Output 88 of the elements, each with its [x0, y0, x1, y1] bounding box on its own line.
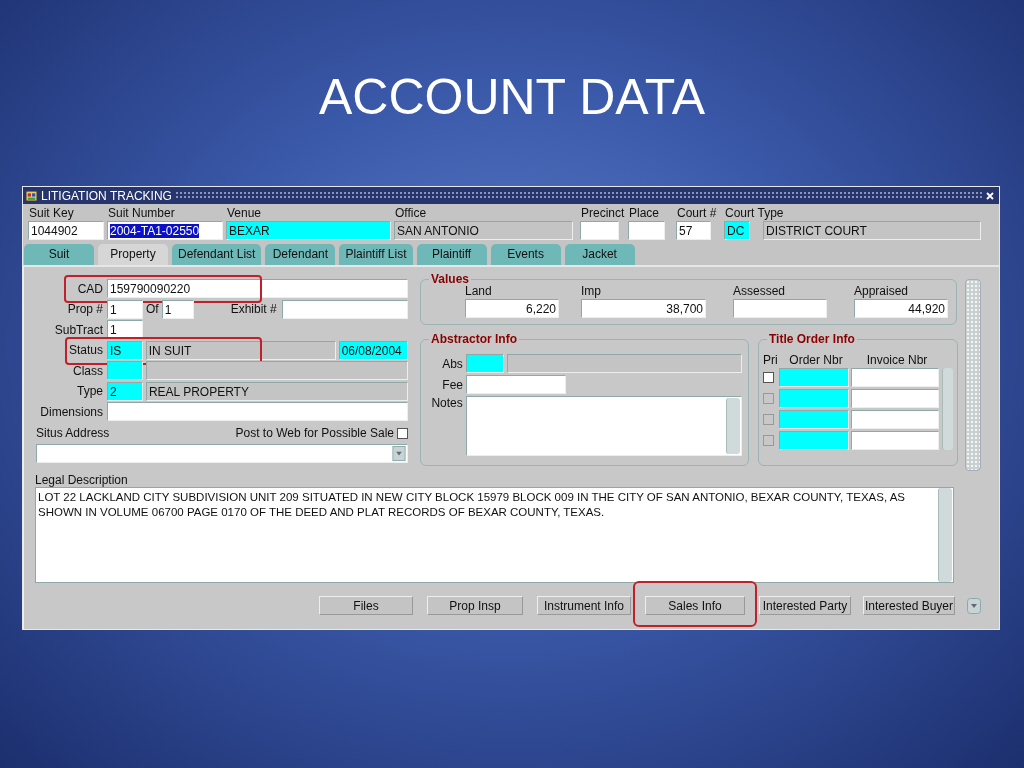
- input-field[interactable]: [580, 221, 619, 240]
- field-label: Assessed: [733, 284, 787, 298]
- slide-title: ACCOUNT DATA: [318, 68, 706, 126]
- scrollbar[interactable]: [942, 368, 953, 450]
- field-label: Venue: [226, 206, 262, 221]
- input-field[interactable]: [466, 375, 566, 394]
- legal-description-field[interactable]: LOT 22 LACKLAND CITY SUBDIVISION UNIT 209 SITUATED IN NEW CITY BLOCK 15979 BLOCK 009 IN THE CITY OF SAN ANTONIO, BEXAR COUNTY, TEXAS, AS SHOWN IN VOLUME 06700 PAGE 0170 OF THE DEED AND PLAT RECORDS OF BEXAR COUNTY, TEXAS.: [35, 487, 954, 583]
- field-label: Precinct: [580, 206, 625, 221]
- action-button[interactable]: Sales Info: [645, 596, 745, 615]
- input-field: IN SUIT: [145, 340, 336, 360]
- field-label: Class: [72, 363, 104, 378]
- input-field[interactable]: [733, 299, 827, 318]
- column-header: Invoice Nbr: [865, 353, 929, 367]
- tab[interactable]: Defendant List: [172, 244, 262, 265]
- field-label: Abs: [441, 356, 463, 371]
- date-field[interactable]: 06/08/2004: [338, 340, 408, 360]
- scrollbar[interactable]: [965, 279, 981, 471]
- input-field[interactable]: [779, 368, 849, 387]
- close-icon[interactable]: [985, 190, 995, 201]
- action-button[interactable]: Prop Insp: [427, 596, 523, 615]
- checkbox[interactable]: [763, 372, 774, 383]
- tab[interactable]: Defendant: [265, 244, 336, 265]
- column-header: Order Nbr: [788, 353, 844, 367]
- dropdown-field[interactable]: [36, 444, 408, 463]
- input-field[interactable]: 1: [107, 299, 143, 319]
- field-label: Court #: [676, 206, 717, 221]
- input-field[interactable]: IS: [107, 340, 143, 360]
- input-field[interactable]: 2: [107, 381, 143, 401]
- field-label: Fee: [441, 377, 463, 392]
- field-label: Suit Key: [28, 206, 74, 221]
- field-label: Prop #: [66, 302, 104, 316]
- input-field[interactable]: 6,220: [465, 299, 559, 318]
- group-title: Title Order Info: [767, 332, 857, 346]
- action-button[interactable]: Interested Buyer: [863, 596, 955, 615]
- input-field[interactable]: DC: [724, 221, 750, 240]
- tab[interactable]: Jacket: [564, 244, 635, 265]
- tab[interactable]: Property: [98, 244, 168, 265]
- field-label: Land: [465, 284, 493, 298]
- field-label: Of: [146, 302, 159, 316]
- field-label: SubTract: [53, 322, 104, 337]
- input-field[interactable]: [465, 354, 504, 373]
- field-label: Appraised: [854, 284, 910, 298]
- group-title: Abstractor Info: [429, 332, 519, 346]
- window-title: LITIGATION TRACKING: [41, 188, 172, 203]
- field-label: Notes: [430, 396, 463, 410]
- input-field[interactable]: 44,920: [854, 299, 948, 318]
- input-field[interactable]: [107, 402, 408, 421]
- field-label: Legal Description: [35, 473, 129, 487]
- scroll-down-icon[interactable]: [967, 597, 981, 614]
- input-field[interactable]: 57: [676, 221, 711, 240]
- field-label: Situs Address: [36, 426, 110, 440]
- input-field[interactable]: 159790090220: [107, 279, 408, 298]
- app-icon: [25, 189, 38, 202]
- column-header: Pri: [763, 353, 779, 367]
- input-field[interactable]: 1: [161, 299, 194, 319]
- checkbox[interactable]: [397, 427, 408, 439]
- field-label: Imp: [581, 284, 602, 298]
- input-field[interactable]: BEXAR: [226, 221, 391, 240]
- input-field[interactable]: [281, 299, 408, 319]
- field-label: Dimensions: [39, 404, 104, 419]
- field-label: Type: [76, 384, 104, 398]
- input-field[interactable]: SAN ANTONIO: [394, 221, 573, 240]
- action-button[interactable]: Interested Party: [759, 596, 851, 615]
- field-label: Office: [394, 206, 427, 221]
- tab[interactable]: Suit: [24, 244, 94, 265]
- tab[interactable]: Plaintiff: [416, 244, 487, 265]
- input-field[interactable]: [107, 361, 143, 380]
- input-field[interactable]: 38,700: [581, 299, 706, 318]
- input-field[interactable]: 1044902: [28, 221, 104, 240]
- checkbox-label: Post to Web for Possible Sale: [235, 426, 394, 440]
- field-label: Place: [628, 206, 660, 221]
- field-label: Suit Number: [107, 206, 175, 221]
- action-button[interactable]: Files: [319, 596, 413, 615]
- notes-field[interactable]: [465, 396, 742, 456]
- tab[interactable]: Plaintiff List: [339, 244, 413, 265]
- input-field[interactable]: [851, 368, 939, 387]
- action-button[interactable]: Instrument Info: [537, 596, 631, 615]
- input-field[interactable]: DISTRICT COURT: [763, 221, 981, 240]
- scrollbar[interactable]: [726, 398, 740, 454]
- field-label: Status: [67, 343, 104, 357]
- group-title: Values: [429, 272, 472, 286]
- input-field: REAL PROPERTY: [145, 381, 408, 401]
- input-field[interactable]: [628, 221, 665, 240]
- input-field[interactable]: 2004-TA1-02550: [107, 221, 223, 240]
- tab[interactable]: Events: [490, 244, 561, 265]
- field-label: Exhibit #: [230, 302, 277, 316]
- field-label: Court Type: [724, 206, 784, 221]
- field-label: CAD: [76, 281, 104, 296]
